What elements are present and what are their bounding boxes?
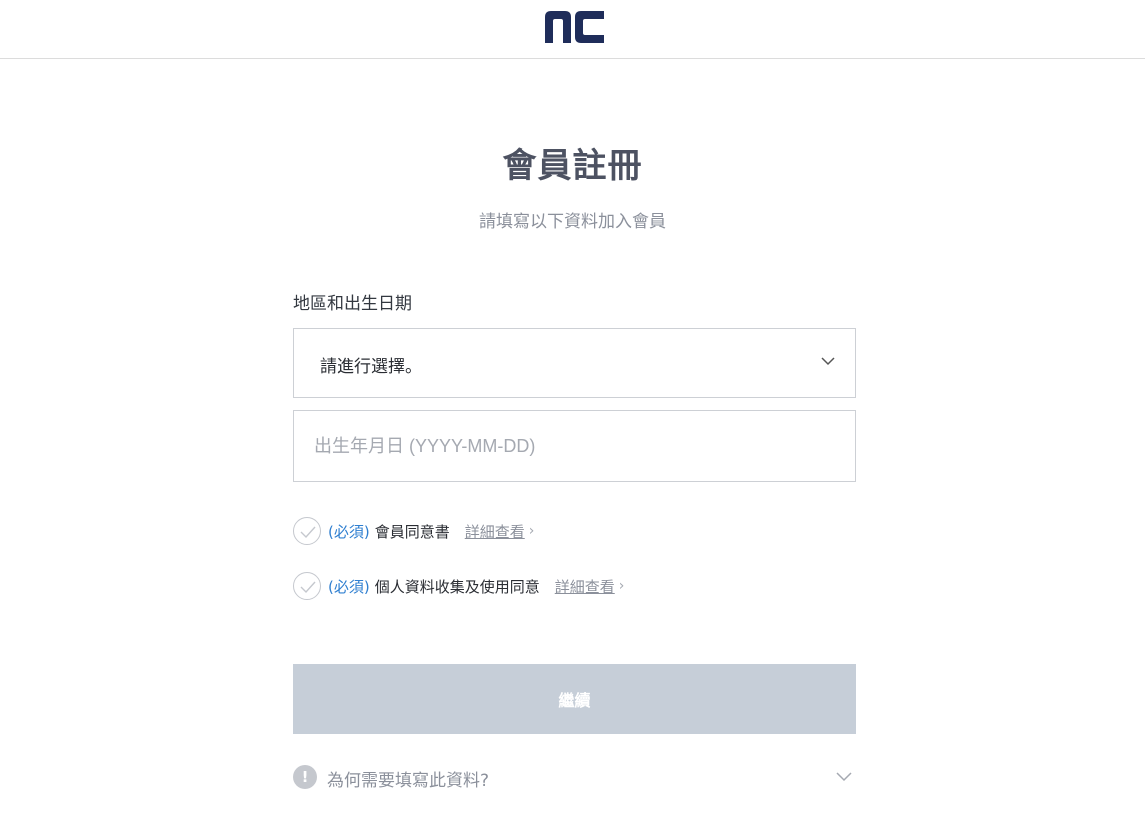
region-select-value: 請進行選擇。 — [320, 357, 422, 377]
exclamation-icon: ! — [293, 765, 317, 789]
top-header — [0, 0, 1145, 59]
birthdate-input[interactable] — [293, 410, 856, 482]
page-subtitle: 請填寫以下資料加入會員 — [479, 212, 666, 232]
region-select[interactable]: 請進行選擇。 — [293, 328, 856, 398]
chevron-right-icon: › — [618, 578, 625, 594]
agreement-label: 會員同意書 — [374, 522, 450, 541]
membership-agree-checkbox[interactable] — [293, 517, 321, 545]
chevron-down-icon — [821, 357, 835, 366]
required-tag: (必須) — [328, 522, 370, 541]
agreement-row-privacy: (必須) 個人資料收集及使用同意 詳細查看 › — [293, 572, 624, 600]
agreement-label: 個人資料收集及使用同意 — [374, 577, 540, 596]
why-info-toggle[interactable]: ! 為何需要填寫此資料? — [293, 765, 856, 791]
why-info-text: 為何需要填寫此資料? — [327, 771, 490, 791]
continue-button[interactable]: 繼續 — [293, 664, 856, 734]
nc-logo[interactable] — [545, 11, 604, 43]
agreement-row-membership: (必須) 會員同意書 詳細查看 › — [293, 517, 534, 545]
required-tag: (必須) — [328, 577, 370, 596]
check-icon — [300, 581, 316, 594]
page-title: 會員註冊 — [502, 146, 643, 186]
chevron-down-icon — [836, 772, 852, 782]
view-details-link[interactable]: 詳細查看 — [465, 521, 525, 542]
region-birthdate-label: 地區和出生日期 — [293, 294, 412, 314]
view-details-link[interactable]: 詳細查看 — [555, 576, 615, 597]
privacy-agree-checkbox[interactable] — [293, 572, 321, 600]
chevron-right-icon: › — [528, 523, 535, 539]
check-icon — [300, 526, 316, 539]
